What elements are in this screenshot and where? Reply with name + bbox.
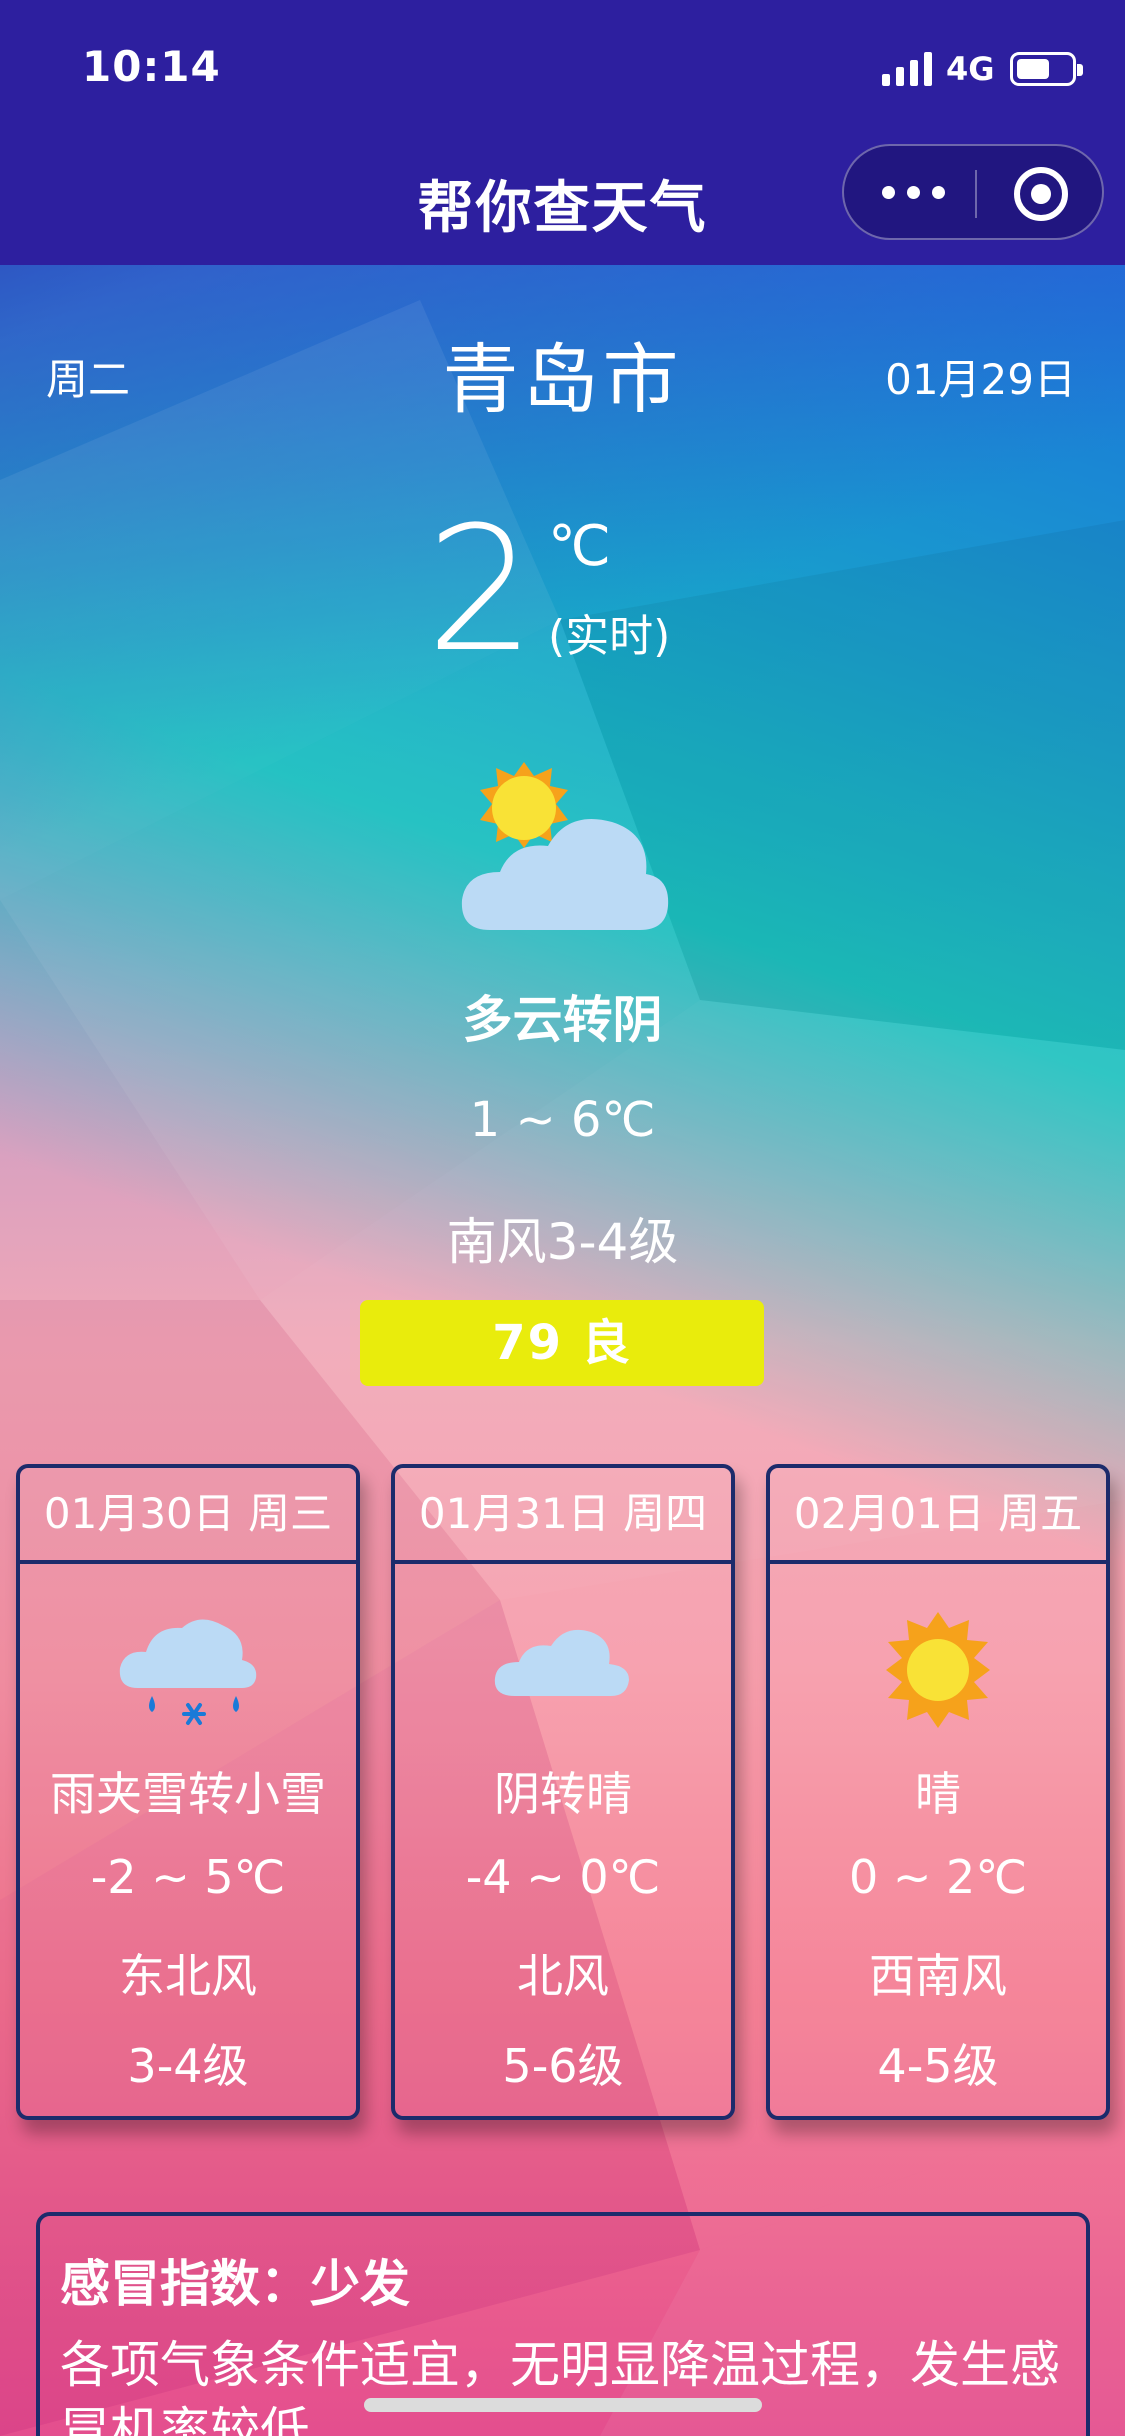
date-label: 01月29日 <box>885 355 1076 404</box>
more-dots-icon[interactable] <box>882 172 946 212</box>
current-temp-range: 1 ~ 6℃ <box>469 1092 656 1148</box>
signal-icon <box>882 52 932 86</box>
miniprogram-capsule <box>842 144 1104 240</box>
forecast-date: 02月01日 周五 <box>770 1468 1106 1564</box>
home-indicator[interactable] <box>364 2398 762 2412</box>
current-condition: 多云转阴 <box>462 991 663 1049</box>
network-label: 4G <box>946 50 995 88</box>
forecast-date: 01月30日 周三 <box>20 1468 356 1564</box>
forecast-card: 01月31日 周四 阴转晴 -4 ~ 0℃ 北风 5-6级 <box>391 1464 735 2120</box>
temperature-unit: ℃ <box>548 514 611 579</box>
sun-icon <box>886 1612 990 1728</box>
forecast-wind-level: 5-6级 <box>502 2039 624 2093</box>
partly-cloudy-icon <box>461 762 669 930</box>
forecast-temp-range: 0 ~ 2℃ <box>849 1850 1027 1904</box>
rain-snow-icon <box>119 1619 257 1725</box>
current-temperature: 2 <box>426 489 536 690</box>
forecast-condition: 晴 <box>915 1767 961 1821</box>
forecast-wind-direction: 北风 <box>517 1949 609 2003</box>
current-wind: 南风3-4级 <box>446 1213 679 1271</box>
capsule-divider <box>975 170 977 218</box>
target-circle-icon[interactable] <box>1014 167 1068 221</box>
status-time: 10:14 <box>82 42 221 91</box>
forecast-wind-level: 3-4级 <box>127 2039 249 2093</box>
forecast-card: 01月30日 周三 雨夹雪转小雪 -2 ~ 5℃ 东北风 3-4级 <box>16 1464 360 2120</box>
forecast-card: 02月01日 周五 晴 0 ~ 2℃ 西南风 4-5级 <box>766 1464 1110 2120</box>
forecast-temp-range: -2 ~ 5℃ <box>90 1850 286 1904</box>
forecast-condition: 雨夹雪转小雪 <box>50 1767 326 1821</box>
forecast-date: 01月31日 周四 <box>395 1468 731 1564</box>
forecast-wind-level: 4-5级 <box>877 2039 999 2093</box>
battery-icon <box>1010 52 1083 86</box>
cloud-icon <box>494 1629 629 1696</box>
nav-bar: 帮你查天气 <box>0 135 1125 265</box>
cold-index-body: 各项气象条件适宜，无明显降温过程，发生感冒机率较低。 <box>60 2336 1060 2436</box>
aqi-badge: 79 良 <box>360 1300 764 1386</box>
forecast-condition: 阴转晴 <box>494 1767 632 1821</box>
forecast-wind-direction: 东北风 <box>119 1949 257 2003</box>
status-bar: 10:14 4G <box>0 0 1125 135</box>
forecast-wind-direction: 西南风 <box>869 1949 1007 2003</box>
cold-index-title: 感冒指数：少发 <box>60 2255 410 2313</box>
realtime-label: (实时) <box>548 611 671 662</box>
forecast-temp-range: -4 ~ 0℃ <box>465 1850 661 1904</box>
